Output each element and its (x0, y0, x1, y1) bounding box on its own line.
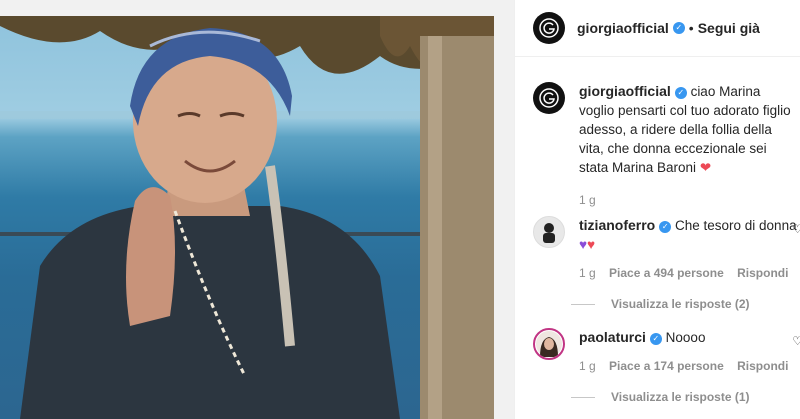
post-header: giorgiaofficial ✓ • Segui già (515, 0, 800, 57)
follow-button[interactable]: Segui già (698, 20, 760, 36)
comment-body: Che tesoro di donna (675, 218, 797, 233)
comment-username[interactable]: paolaturci (579, 329, 646, 345)
post-sidebar: giorgiaofficial ✓ • Segui già giorgiaoff… (514, 0, 800, 419)
header-info: giorgiaofficial ✓ • Segui già (577, 20, 760, 36)
caption-username[interactable]: giorgiaofficial (579, 83, 671, 99)
comment-text-block: paolaturci ✓ Noooo (579, 328, 799, 347)
author-username[interactable]: giorgiaofficial (577, 20, 669, 36)
post-photo (0, 16, 494, 419)
comment-time[interactable]: 1 g (579, 266, 596, 280)
comment-body: Noooo (665, 330, 706, 345)
view-replies-button[interactable]: Visualizza le risposte (2) (571, 297, 799, 311)
comment-likes[interactable]: Piace a 494 persone (609, 266, 724, 280)
post-image-area (0, 0, 496, 419)
g-logo-icon (539, 18, 559, 38)
profile-photo-icon (536, 331, 562, 357)
red-heart-emoji-icon: ❤ (699, 160, 712, 175)
reply-button[interactable]: Rispondi (737, 359, 788, 373)
commenter-avatar[interactable] (533, 216, 565, 248)
g-logo-icon (539, 88, 559, 108)
comment-item: tizianoferro ✓ Che tesoro di donna ♥♥ 1 g… (533, 216, 800, 311)
comment-meta: 1 g Piace a 174 persone Rispondi (579, 359, 799, 373)
person-icon (543, 223, 555, 243)
verified-badge-icon: ✓ (672, 22, 685, 34)
view-replies-button[interactable]: Visualizza le risposte (1) (571, 390, 799, 404)
red-heart-emoji-icon: ♥ (587, 237, 596, 252)
caption-text-block: giorgiaofficial ✓ ciao Marina voglio pens… (579, 82, 793, 177)
verified-badge-icon: ✓ (649, 333, 662, 345)
like-heart-icon[interactable]: ♡ (792, 222, 800, 236)
commenter-avatar[interactable] (533, 328, 565, 360)
comment-text-block: tizianoferro ✓ Che tesoro di donna ♥♥ (579, 216, 799, 254)
view-replies-label: Visualizza le risposte (2) (611, 297, 750, 311)
comment-username[interactable]: tizianoferro (579, 217, 655, 233)
purple-heart-emoji-icon: ♥ (579, 237, 588, 252)
comment-likes[interactable]: Piace a 174 persone (609, 359, 724, 373)
replies-divider (571, 303, 595, 305)
separator-dot: • (688, 20, 694, 36)
replies-divider (571, 396, 595, 398)
photo-illustration (0, 16, 494, 419)
caption-author-avatar[interactable] (533, 82, 565, 114)
comment-meta: 1 g Piace a 494 persone Rispondi (579, 266, 799, 280)
verified-badge-icon: ✓ (674, 87, 687, 99)
view-replies-label: Visualizza le risposte (1) (611, 390, 750, 404)
author-avatar[interactable] (533, 12, 565, 44)
verified-badge-icon: ✓ (659, 221, 672, 233)
comment-time[interactable]: 1 g (579, 359, 596, 373)
post-caption: giorgiaofficial ✓ ciao Marina voglio pens… (533, 82, 800, 207)
caption-time[interactable]: 1 g (579, 193, 793, 207)
comment-item: paolaturci ✓ Noooo 1 g Piace a 174 person… (533, 328, 800, 404)
reply-button[interactable]: Rispondi (737, 266, 788, 280)
like-heart-icon[interactable]: ♡ (792, 334, 800, 348)
